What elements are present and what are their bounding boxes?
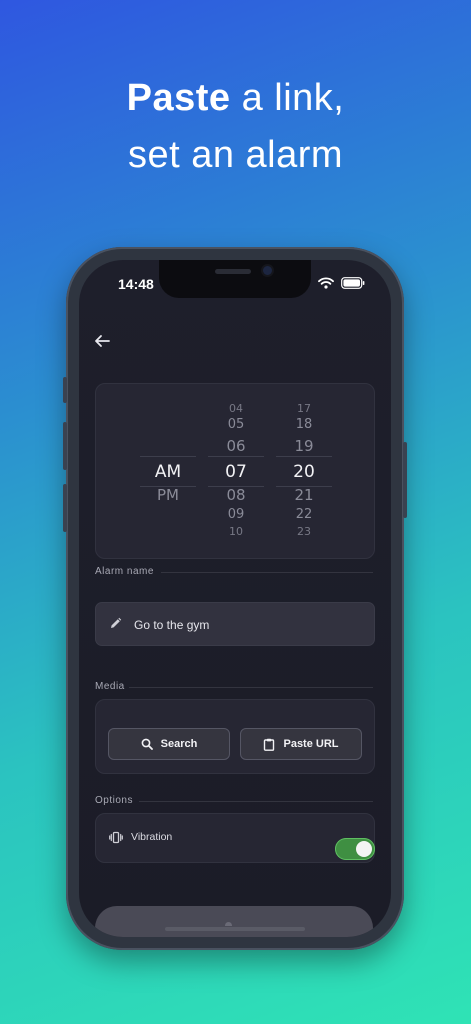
plus-icon <box>225 922 232 926</box>
picker-highlight-top-hours <box>208 456 264 457</box>
headline-bold: Paste <box>126 77 231 119</box>
phone-frame: 14:48 AM PM 04 05 06 07 08 09 10 17 18 1… <box>63 247 407 950</box>
paste-url-button[interactable]: Paste URL <box>240 728 362 760</box>
search-button-label: Search <box>160 738 198 750</box>
picker-highlight-top-period <box>140 456 196 457</box>
save-alarm-button[interactable] <box>95 906 373 937</box>
hour-option: 05 <box>227 417 245 432</box>
status-time: 14:48 <box>118 276 154 292</box>
hour-option: 06 <box>226 437 246 455</box>
alarm-name-field[interactable]: Go to the gym <box>95 602 375 646</box>
media-section-label: Media <box>95 681 125 692</box>
section-divider <box>129 687 373 688</box>
period-option: PM <box>157 486 179 504</box>
hour-option: 09 <box>227 507 245 522</box>
headline-line-2: set an alarm <box>127 134 344 176</box>
volume-up-button <box>63 422 67 470</box>
back-arrow-icon[interactable] <box>93 332 111 350</box>
minute-option: 21 <box>294 486 314 504</box>
minute-selected: 20 <box>293 462 315 482</box>
minute-option: 19 <box>294 437 314 455</box>
vibration-toggle[interactable] <box>335 838 375 860</box>
period-selected: AM <box>154 462 182 482</box>
picker-highlight-top-minutes <box>276 456 332 457</box>
minute-option: 17 <box>297 402 311 415</box>
hour-option: 04 <box>229 402 243 415</box>
vibration-icon <box>109 831 123 844</box>
minute-option: 23 <box>297 525 311 538</box>
clipboard-icon <box>264 738 275 751</box>
alarm-name-section-label: Alarm name <box>95 566 154 577</box>
volume-down-button <box>63 484 67 532</box>
section-divider <box>161 572 373 573</box>
vibration-row: Vibration <box>95 813 375 863</box>
hour-option: 10 <box>229 525 243 538</box>
power-button <box>403 442 407 518</box>
home-indicator <box>165 927 305 931</box>
alarm-name-value: Go to the gym <box>134 618 210 632</box>
headline-line-1-rest: a link, <box>230 77 345 119</box>
front-camera <box>263 266 272 275</box>
toggle-knob <box>356 841 372 857</box>
options-section-label: Options <box>95 795 133 806</box>
headline-line-1: Paste a link, <box>0 70 471 127</box>
wifi-icon <box>318 277 334 289</box>
section-divider <box>139 801 373 802</box>
silent-switch <box>63 377 67 403</box>
minute-option: 18 <box>295 417 313 432</box>
vibration-label: Vibration <box>131 831 173 843</box>
status-icons <box>318 277 365 289</box>
app-screen: 14:48 AM PM 04 05 06 07 08 09 10 17 18 1… <box>79 260 391 937</box>
hour-option: 08 <box>226 486 246 504</box>
hour-selected: 07 <box>225 462 247 482</box>
minute-option: 22 <box>295 507 313 522</box>
paste-url-button-label: Paste URL <box>283 738 339 750</box>
pencil-icon <box>111 617 122 628</box>
search-icon <box>141 738 153 750</box>
headline: Paste a link, set an alarm <box>0 70 471 184</box>
notch <box>159 260 311 298</box>
battery-icon <box>341 277 365 289</box>
search-button[interactable]: Search <box>108 728 230 760</box>
speaker <box>215 269 251 274</box>
time-picker[interactable]: AM PM 04 05 06 07 08 09 10 17 18 19 20 2… <box>95 383 375 559</box>
